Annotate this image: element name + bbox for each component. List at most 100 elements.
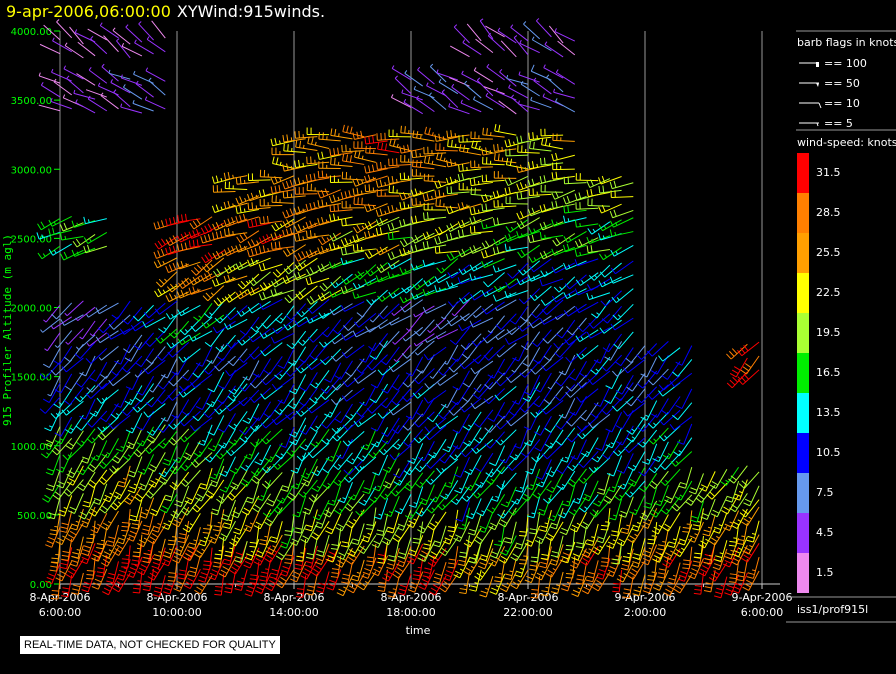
wind-barb <box>517 244 540 259</box>
wind-barb <box>555 98 576 113</box>
wind-barb <box>223 228 248 237</box>
wind-barb <box>261 312 283 329</box>
wind-barb <box>317 246 341 255</box>
wind-barb <box>259 326 283 339</box>
wind-barb <box>61 357 84 373</box>
colorbar-bin <box>797 313 809 353</box>
wind-barb <box>271 195 295 204</box>
wind-barb <box>488 509 506 531</box>
x-tick-time: 10:00:00 <box>152 606 201 619</box>
wind-barb <box>295 285 318 300</box>
wind-barb <box>520 331 541 351</box>
wind-barb <box>410 262 435 271</box>
wind-barb <box>609 229 634 237</box>
wind-barb <box>352 187 376 196</box>
wind-barb <box>540 128 564 137</box>
wind-barb <box>518 260 541 276</box>
wind-barb <box>519 542 529 565</box>
wind-barb <box>586 327 611 339</box>
wind-barb <box>459 354 482 370</box>
wind-barb <box>458 289 482 304</box>
wind-barb <box>592 571 611 592</box>
wind-barb <box>494 124 517 136</box>
x-tick-date: 8-Apr-2006 <box>263 591 324 604</box>
wind-barb <box>340 301 365 312</box>
wind-barb <box>294 257 318 271</box>
wind-barb <box>543 64 564 79</box>
wind-barb <box>193 303 213 322</box>
wind-barb <box>330 273 353 289</box>
wind-barb <box>45 454 61 476</box>
wind-barb <box>110 79 131 94</box>
wind-barb <box>459 144 482 156</box>
wind-barb <box>636 343 658 360</box>
wind-barb <box>387 250 412 261</box>
wind-barb <box>286 330 307 350</box>
quality-note: REAL-TIME DATA, NOT CHECKED FOR QUALITY <box>20 636 280 654</box>
wind-barb <box>215 334 236 353</box>
wind-barb <box>75 306 96 322</box>
wind-barb <box>354 456 377 472</box>
colorbar-label: 13.5 <box>816 406 841 419</box>
wind-barb <box>555 69 576 85</box>
wind-barb <box>528 223 552 234</box>
wind-barb <box>636 386 658 404</box>
wind-barb <box>552 133 575 142</box>
wind-barb <box>669 372 693 388</box>
wind-barb <box>328 194 353 204</box>
wind-barb <box>51 540 61 564</box>
wind-barb <box>504 290 529 299</box>
wind-barb <box>493 171 517 179</box>
wind-barb <box>551 152 575 162</box>
wind-barb <box>95 302 119 315</box>
wind-barb <box>417 66 435 85</box>
wind-barb <box>474 561 494 581</box>
wind-barb <box>153 248 178 259</box>
wind-barb <box>535 459 552 480</box>
wind-barb <box>39 43 61 55</box>
wind-barb <box>591 443 611 463</box>
wind-barb <box>260 342 283 357</box>
wind-barb <box>392 328 412 345</box>
wind-barb <box>167 385 190 401</box>
wind-barb <box>609 274 634 284</box>
colorbar-label: 25.5 <box>816 246 841 259</box>
wind-barb <box>249 344 271 360</box>
wind-barb <box>494 386 517 401</box>
wind-barb <box>53 78 72 96</box>
wind-barb <box>412 276 435 291</box>
barb-legend-label: == 5 <box>824 117 853 130</box>
wind-barb <box>390 94 412 108</box>
wind-barb <box>509 305 529 325</box>
wind-barb <box>259 298 283 310</box>
wind-barb <box>229 454 248 475</box>
wind-barb <box>436 69 458 81</box>
wind-barb <box>553 88 575 99</box>
wind-barb <box>342 431 365 447</box>
wind-barb <box>64 300 84 317</box>
wind-barb <box>219 456 236 477</box>
wind-barb <box>207 415 225 436</box>
wind-barb <box>305 276 330 286</box>
wind-barb <box>178 348 201 363</box>
wind-barb <box>602 333 623 353</box>
wind-barb <box>540 184 564 193</box>
wind-barb <box>143 359 166 375</box>
wind-barb <box>519 514 529 537</box>
wind-barb <box>610 317 634 331</box>
wind-barb <box>342 415 365 431</box>
wind-barb <box>412 383 435 399</box>
wind-barb <box>580 509 599 530</box>
wind-barb <box>504 333 529 345</box>
wind-barb <box>464 454 482 475</box>
wind-barb <box>529 258 552 273</box>
wind-barb <box>259 215 283 225</box>
wind-barb <box>149 373 166 393</box>
wind-barb <box>341 387 365 402</box>
wind-barb <box>563 231 587 243</box>
wind-barb <box>564 331 587 346</box>
wind-barb <box>539 231 564 240</box>
wind-barb <box>200 233 224 244</box>
wind-barb <box>494 278 517 293</box>
wind-barb <box>423 346 447 361</box>
